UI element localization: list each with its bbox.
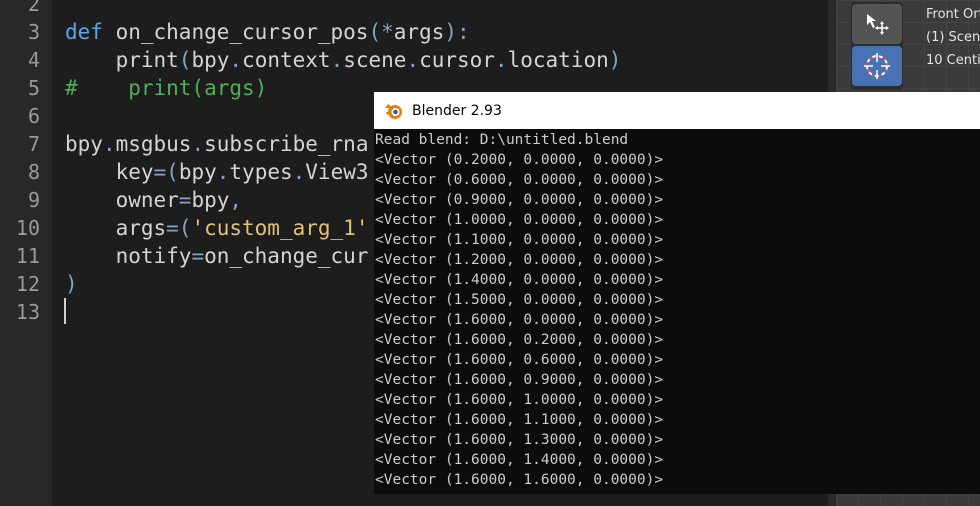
code-line[interactable]: ): [65, 270, 78, 298]
string-literal: 'custom_arg_1': [191, 216, 369, 240]
operator: (: [368, 20, 382, 44]
console-line: <Vector (1.6000, 1.6000, 0.0000)>: [375, 472, 664, 488]
identifier: on_change_cursor_pos: [102, 20, 369, 44]
blender-logo-icon: [385, 103, 402, 119]
operator: ):: [444, 20, 470, 44]
operator: .: [406, 48, 420, 72]
console-line: <Vector (1.5000, 0.0000, 0.0000)>: [375, 292, 664, 308]
identifier: bpy: [178, 160, 217, 184]
console-line: <Vector (0.2000, 0.0000, 0.0000)>: [375, 152, 664, 168]
viewport-view-label: Front Ortl: [926, 7, 980, 22]
code-line[interactable]: bpy.msgbus.subscribe_rna: [65, 130, 368, 158]
operator: .: [216, 160, 230, 184]
console-line: Read blend: D:\untitled.blend: [375, 132, 629, 148]
console-title: Blender 2.93: [412, 102, 502, 119]
text-caret: [64, 298, 66, 324]
operator: .: [292, 160, 306, 184]
console-output[interactable]: Read blend: D:\untitled.blend <Vector (0…: [374, 129, 980, 490]
console-window[interactable]: Blender 2.93 Read blend: D:\untitled.ble…: [374, 92, 980, 494]
code-line[interactable]: notify=on_change_cur: [65, 242, 369, 270]
console-line: <Vector (1.6000, 1.1000, 0.0000)>: [375, 412, 664, 428]
operator: .: [229, 48, 243, 72]
code-line[interactable]: print(bpy.context.scene.cursor.location): [65, 46, 622, 74]
console-line: <Vector (1.6000, 1.3000, 0.0000)>: [375, 432, 664, 448]
line-number: 3: [27, 20, 40, 44]
line-number: 13: [15, 300, 40, 324]
operator: ): [608, 48, 622, 72]
cursor-tool-button[interactable]: [852, 46, 902, 86]
line-number: 7: [27, 132, 40, 156]
operator: =(: [166, 216, 192, 240]
line-number: 10: [15, 216, 40, 240]
line-number-gutter: 2 3 4 5 6 7 8 9 10 11 12 13: [0, 0, 52, 506]
console-line: <Vector (0.6000, 0.0000, 0.0000)>: [375, 172, 664, 188]
operator: (: [178, 48, 192, 72]
console-line: <Vector (1.6000, 0.0000, 0.0000)>: [375, 312, 664, 328]
line-number: 12: [15, 272, 40, 296]
console-line: <Vector (1.1000, 0.0000, 0.0000)>: [375, 232, 664, 248]
identifier: types: [229, 160, 293, 184]
console-line: <Vector (1.2000, 0.0000, 0.0000)>: [375, 252, 664, 268]
operator: =(: [153, 160, 179, 184]
console-line: <Vector (1.6000, 1.4000, 0.0000)>: [375, 452, 664, 468]
identifier: msgbus: [115, 132, 192, 156]
identifier: bpy: [191, 48, 230, 72]
identifier: subscribe_rna: [204, 132, 369, 156]
operator: =: [178, 188, 192, 212]
console-line: <Vector (1.0000, 0.0000, 0.0000)>: [375, 212, 664, 228]
identifier: owner: [115, 188, 179, 212]
identifier: args: [393, 20, 445, 44]
identifier: args: [115, 216, 167, 240]
console-line: <Vector (1.6000, 0.2000, 0.0000)>: [375, 332, 664, 348]
console-titlebar[interactable]: Blender 2.93: [374, 92, 980, 129]
code-line[interactable]: args=('custom_arg_1': [65, 214, 369, 242]
identifier: location: [507, 48, 609, 72]
code-line[interactable]: owner=bpy,: [65, 186, 242, 214]
move-icon: [867, 14, 889, 35]
line-number: 5: [27, 76, 40, 100]
line-number: 6: [27, 104, 40, 128]
code-line-comment[interactable]: # print(args): [65, 74, 267, 102]
line-number: 4: [27, 48, 40, 72]
3d-cursor-icon: [864, 53, 890, 79]
identifier: notify: [115, 244, 192, 268]
operator: ,: [229, 188, 243, 212]
line-number: 11: [15, 244, 40, 268]
console-line: <Vector (1.6000, 0.9000, 0.0000)>: [375, 372, 664, 388]
identifier: print: [115, 48, 179, 72]
identifier: on_change_cur: [204, 244, 369, 268]
viewport-collection-label: (1) Scene: [926, 30, 980, 45]
code-line[interactable]: def on_change_cursor_pos(*args):: [65, 18, 470, 46]
console-line: <Vector (1.6000, 1.0000, 0.0000)>: [375, 392, 664, 408]
operator: .: [330, 48, 344, 72]
identifier: scene: [343, 48, 407, 72]
operator: .: [191, 132, 205, 156]
console-line: <Vector (0.9000, 0.0000, 0.0000)>: [375, 192, 664, 208]
identifier: View3: [305, 160, 369, 184]
identifier: key: [115, 160, 154, 184]
line-number: 8: [27, 160, 40, 184]
identifier: context: [242, 48, 331, 72]
identifier: bpy: [191, 188, 230, 212]
console-line: <Vector (1.4000, 0.0000, 0.0000)>: [375, 272, 664, 288]
move-tool-button[interactable]: [852, 4, 902, 44]
keyword: def: [65, 20, 103, 44]
identifier: cursor: [419, 48, 495, 72]
console-line: <Vector (1.6000, 0.6000, 0.0000)>: [375, 352, 664, 368]
identifier: bpy: [65, 132, 103, 156]
operator: *: [381, 20, 394, 44]
operator: =: [191, 244, 205, 268]
line-number: 9: [27, 188, 40, 212]
code-line[interactable]: key=(bpy.types.View3: [65, 158, 369, 186]
operator: .: [494, 48, 508, 72]
operator: .: [102, 132, 116, 156]
line-number: 2: [27, 0, 40, 16]
viewport-scale-label: 10 Centim: [926, 53, 980, 68]
